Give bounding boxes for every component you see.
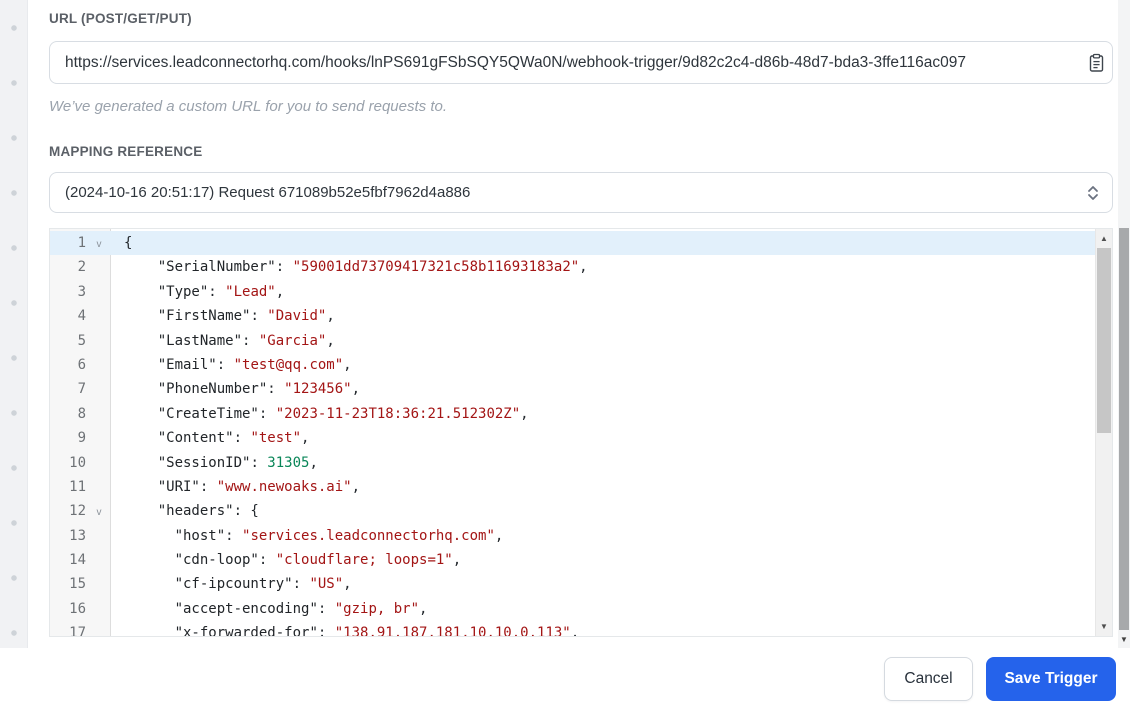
modal-vertical-scrollbar[interactable]: ▼ bbox=[1118, 0, 1130, 648]
code-line: 9 "Content": "test", bbox=[50, 426, 1112, 450]
line-number: 8 bbox=[77, 405, 86, 422]
line-number: 5 bbox=[77, 332, 86, 349]
line-number: 15 bbox=[69, 576, 86, 593]
gutter-cell: 4 bbox=[50, 304, 112, 328]
code-area: 1 v{2 "SerialNumber": "59001dd73709417321… bbox=[50, 231, 1112, 637]
scroll-up-arrow-icon[interactable]: ▲ bbox=[1096, 230, 1112, 247]
line-number: 11 bbox=[69, 478, 86, 495]
line-number: 4 bbox=[77, 308, 86, 325]
code-line: 3 "Type": "Lead", bbox=[50, 280, 1112, 304]
code-line: 14 "cdn-loop": "cloudflare; loops=1", bbox=[50, 548, 1112, 572]
line-number: 7 bbox=[77, 381, 86, 398]
line-number: 2 bbox=[77, 259, 86, 276]
save-trigger-button[interactable]: Save Trigger bbox=[986, 657, 1116, 701]
code-text: "host": "services.leadconnectorhq.com", bbox=[174, 527, 504, 544]
gutter-cell: 6 bbox=[50, 353, 112, 377]
line-number: 1 bbox=[77, 235, 86, 251]
fold-chevron-icon[interactable]: v bbox=[86, 233, 112, 257]
code-line: 5 "LastName": "Garcia", bbox=[50, 329, 1112, 353]
gutter-cell: 13 bbox=[50, 524, 112, 548]
cancel-button[interactable]: Cancel bbox=[884, 657, 973, 701]
code-text: "URI": "www.newoaks.ai", bbox=[157, 478, 361, 495]
mapping-reference-selected-value: (2024-10-16 20:51:17) Request 671089b52e… bbox=[65, 184, 471, 201]
editor-scrollbar-thumb[interactable] bbox=[1097, 248, 1111, 433]
line-number: 10 bbox=[69, 454, 86, 471]
gutter-cell: 12 v bbox=[50, 499, 112, 523]
line-number: 16 bbox=[69, 600, 86, 617]
code-line: 10 "SessionID": 31305, bbox=[50, 451, 1112, 475]
code-text: "Email": "test@qq.com", bbox=[157, 356, 352, 373]
gutter-cell: 5 bbox=[50, 329, 112, 353]
line-number: 13 bbox=[69, 527, 86, 544]
gutter-cell: 7 bbox=[50, 377, 112, 401]
modal-footer: Cancel Save Trigger bbox=[0, 648, 1130, 712]
code-text: "accept-encoding": "gzip, br", bbox=[174, 600, 428, 617]
gutter-cell: 15 bbox=[50, 572, 112, 596]
code-text: "x-forwarded-for": "138.91.187.181,10.10… bbox=[174, 625, 580, 637]
code-line: 15 "cf-ipcountry": "US", bbox=[50, 572, 1112, 596]
gutter-cell: 9 bbox=[50, 426, 112, 450]
code-text: "FirstName": "David", bbox=[157, 308, 335, 325]
code-line: 1 v { bbox=[50, 231, 1112, 256]
code-text: "cf-ipcountry": "US", bbox=[174, 576, 352, 593]
code-text: "cdn-loop": "cloudflare; loops=1", bbox=[174, 552, 462, 569]
url-helper-text: We’ve generated a custom URL for you to … bbox=[49, 98, 447, 115]
code-text: "PhoneNumber": "123456", bbox=[157, 381, 361, 398]
webhook-trigger-modal: URL (POST/GET/PUT) We’ve generated a cus… bbox=[0, 0, 1130, 712]
code-text: "headers": { bbox=[157, 503, 259, 520]
code-line: 6 "Email": "test@qq.com", bbox=[50, 353, 1112, 377]
webhook-url-input[interactable] bbox=[49, 41, 1113, 84]
gutter-cell: 3 bbox=[50, 280, 112, 304]
line-number: 3 bbox=[77, 283, 86, 300]
code-text: "Content": "test", bbox=[157, 430, 310, 447]
code-line: 17 "x-forwarded-for": "138.91.187.181,10… bbox=[50, 621, 1112, 637]
gutter-cell: 1v bbox=[50, 231, 112, 255]
code-line: 7 "PhoneNumber": "123456", bbox=[50, 377, 1112, 401]
gutter-cell: 2 bbox=[50, 255, 112, 279]
modal-scrollbar-thumb[interactable] bbox=[1119, 228, 1129, 630]
line-number: 6 bbox=[77, 356, 86, 373]
code-line: 13 "host": "services.leadconnectorhq.com… bbox=[50, 524, 1112, 548]
gutter-cell: 10 bbox=[50, 451, 112, 475]
editor-vertical-scrollbar[interactable]: ▲ ▼ bbox=[1095, 229, 1112, 636]
line-number: 12 bbox=[69, 503, 86, 520]
code-text: "SessionID": 31305, bbox=[157, 454, 318, 471]
code-line: 16 "accept-encoding": "gzip, br", bbox=[50, 597, 1112, 621]
mapping-reference-select[interactable]: (2024-10-16 20:51:17) Request 671089b52e… bbox=[49, 172, 1113, 213]
gutter-cell: 8 bbox=[50, 402, 112, 426]
code-line: 8 "CreateTime": "2023-11-23T18:36:21.512… bbox=[50, 402, 1112, 426]
line-number: 14 bbox=[69, 552, 86, 569]
scroll-down-arrow-icon[interactable]: ▼ bbox=[1096, 618, 1112, 635]
gutter-cell: 17 bbox=[50, 621, 112, 637]
request-payload-code-editor[interactable]: 1 v{2 "SerialNumber": "59001dd73709417321… bbox=[49, 228, 1113, 637]
modal-scroll-down-arrow-icon[interactable]: ▼ bbox=[1118, 635, 1130, 644]
gutter-cell: 16 bbox=[50, 597, 112, 621]
line-number: 17 bbox=[69, 625, 86, 637]
fold-chevron-icon[interactable]: v bbox=[86, 501, 112, 525]
code-text: "CreateTime": "2023-11-23T18:36:21.51230… bbox=[157, 405, 529, 422]
mapping-reference-label: MAPPING REFERENCE bbox=[49, 144, 203, 159]
copy-url-icon[interactable] bbox=[1088, 53, 1106, 73]
url-field-label: URL (POST/GET/PUT) bbox=[49, 11, 192, 26]
select-up-down-chevrons-icon bbox=[1086, 183, 1100, 208]
code-text: "Type": "Lead", bbox=[157, 283, 285, 300]
dotted-background bbox=[0, 0, 28, 648]
code-line: 2 "SerialNumber": "59001dd73709417321c58… bbox=[50, 255, 1112, 279]
line-number: 9 bbox=[77, 430, 86, 447]
gutter-cell: 14 bbox=[50, 548, 112, 572]
code-text: { bbox=[124, 235, 133, 251]
code-text: "LastName": "Garcia", bbox=[157, 332, 335, 349]
code-line: 11 "URI": "www.newoaks.ai", bbox=[50, 475, 1112, 499]
code-text: "SerialNumber": "59001dd73709417321c58b1… bbox=[157, 259, 588, 276]
code-line: 4 "FirstName": "David", bbox=[50, 304, 1112, 328]
code-line: 12 v "headers": { bbox=[50, 499, 1112, 523]
gutter-cell: 11 bbox=[50, 475, 112, 499]
